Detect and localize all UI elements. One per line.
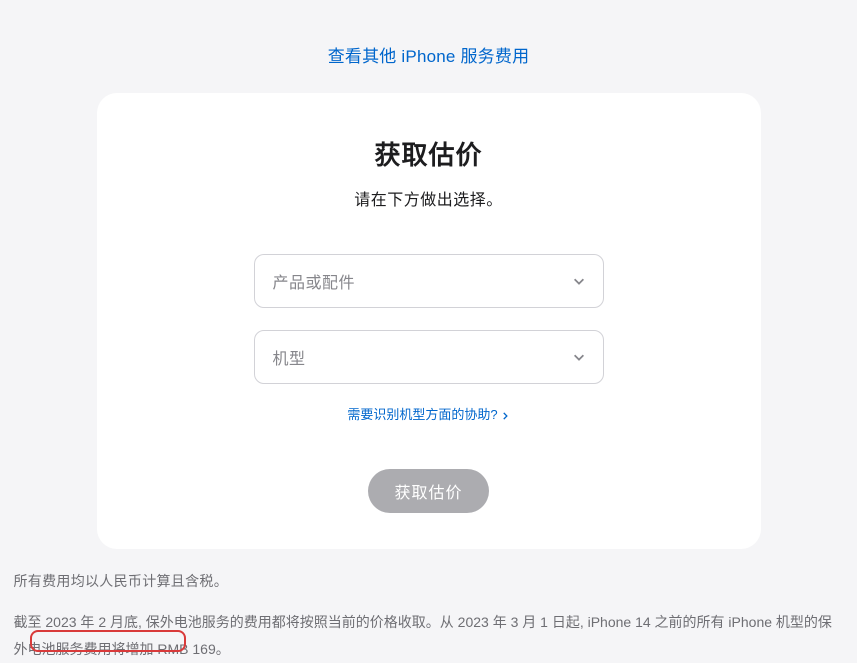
estimate-card: 获取估价 请在下方做出选择。 产品或配件 机型 需要识别机型方面的协助? [97, 93, 761, 549]
product-select-placeholder: 产品或配件 [273, 269, 356, 293]
model-select-wrap: 机型 [254, 330, 604, 384]
identify-model-help-link[interactable]: 需要识别机型方面的协助? [347, 404, 509, 423]
footer-note-price-change: 截至 2023 年 2 月底, 保外电池服务的费用都将按照当前的价格收取。从 2… [14, 609, 844, 662]
product-select[interactable]: 产品或配件 [254, 254, 604, 308]
product-select-wrap: 产品或配件 [254, 254, 604, 308]
footer-note-price-change-text: 截至 2023 年 2 月底, 保外电池服务的费用都将按照当前的价格收取。从 2… [14, 614, 832, 657]
chevron-right-icon [500, 409, 510, 419]
help-link-text: 需要识别机型方面的协助? [347, 404, 497, 423]
model-select[interactable]: 机型 [254, 330, 604, 384]
model-select-placeholder: 机型 [273, 345, 306, 369]
footer-note-tax: 所有费用均以人民币计算且含税。 [14, 571, 844, 591]
other-services-link-text: 查看其他 iPhone 服务费用 [328, 47, 530, 66]
card-title: 获取估价 [145, 135, 713, 172]
footer-notes: 所有费用均以人民币计算且含税。 截至 2023 年 2 月底, 保外电池服务的费… [10, 571, 848, 662]
other-services-link[interactable]: 查看其他 iPhone 服务费用 [0, 0, 857, 93]
card-subtitle: 请在下方做出选择。 [145, 186, 713, 210]
get-estimate-button[interactable]: 获取估价 [368, 469, 488, 513]
